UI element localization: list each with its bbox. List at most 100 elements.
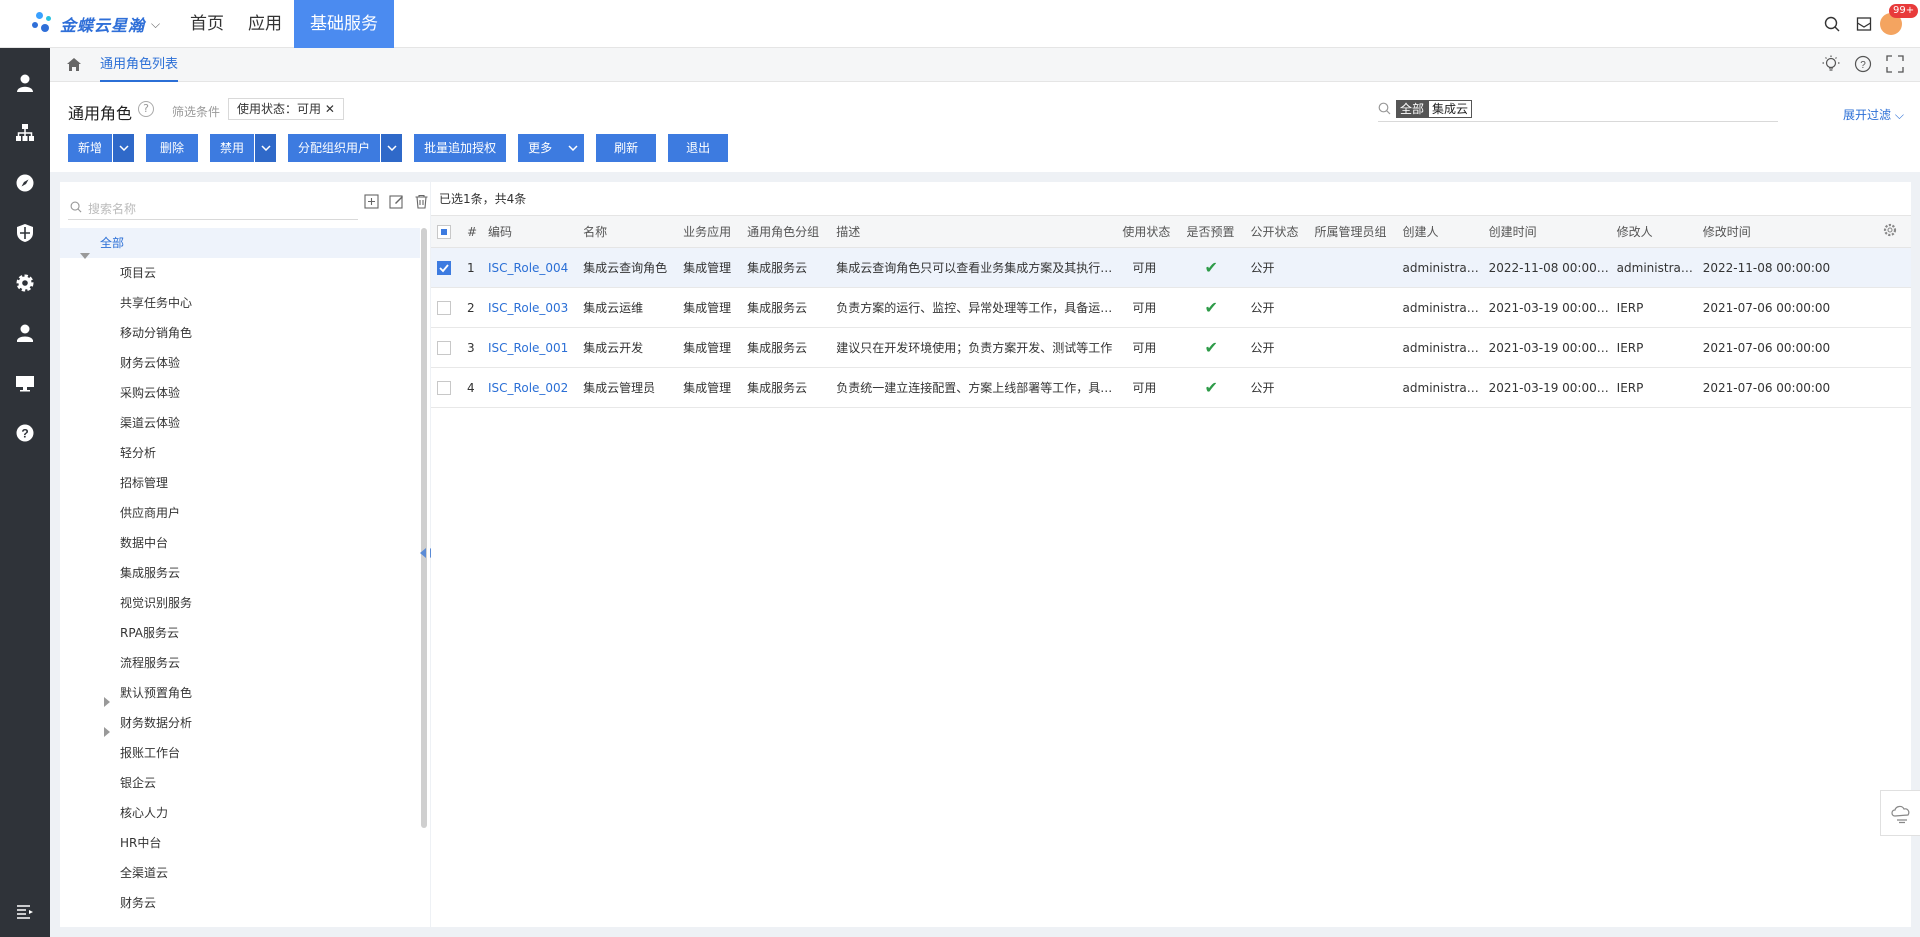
help-icon[interactable]: ? — [138, 101, 154, 117]
chevron-down-icon[interactable] — [112, 134, 135, 162]
disable-button[interactable]: 禁用 — [210, 134, 277, 162]
trash-icon[interactable] — [414, 194, 429, 212]
shield-icon[interactable] — [0, 208, 50, 258]
tree-scrollbar[interactable] — [421, 228, 427, 828]
tree-node-root[interactable]: 全部 — [60, 228, 420, 259]
column-header[interactable]: 描述 — [830, 215, 1117, 248]
cell-code[interactable]: ISC_Role_002 — [482, 367, 578, 408]
tree-node[interactable]: 项目云 — [60, 258, 420, 288]
table-row[interactable]: 3 ISC_Role_001 集成云开发 集成管理 集成服务云 建议只在开发环境使用；负责… — [431, 327, 1911, 368]
select-all-cell[interactable] — [431, 215, 462, 248]
caret-left-icon[interactable] — [420, 548, 426, 558]
avatar[interactable]: 99+ — [1880, 4, 1919, 35]
tree-node[interactable]: 银企云 — [60, 768, 420, 798]
edit-icon[interactable] — [389, 194, 404, 212]
column-header[interactable]: 编码 — [482, 215, 578, 248]
row-checkbox[interactable] — [437, 340, 451, 355]
column-header[interactable]: 创建时间 — [1482, 215, 1611, 248]
nav-home[interactable]: 首页 — [178, 0, 236, 48]
app-logo[interactable]: 金蝶云星瀚 ⌵ — [32, 10, 160, 38]
search-icon[interactable] — [1816, 0, 1848, 48]
nav-basic-services[interactable]: 基础服务 — [294, 0, 394, 48]
tree-node[interactable]: 供应商用户 — [60, 498, 420, 528]
column-header[interactable]: 名称 — [577, 215, 678, 248]
table-row[interactable]: 1 ISC_Role_004 集成云查询角色 集成管理 集成服务云 集成云查询角色只可以查… — [431, 247, 1911, 288]
close-icon[interactable]: ✕ — [325, 102, 335, 116]
tree-node[interactable]: 招标管理 — [60, 468, 420, 498]
row-checkbox[interactable] — [437, 380, 451, 395]
tree-node[interactable]: 全渠道云 — [60, 858, 420, 888]
column-header[interactable]: 所属管理员组 — [1308, 215, 1397, 248]
tree-search-input[interactable]: 搜索名称 — [68, 194, 358, 220]
tree-node[interactable]: 轻分析 — [60, 438, 420, 468]
row-select-cell[interactable] — [431, 327, 462, 368]
nav-apps[interactable]: 应用 — [236, 0, 294, 48]
user-icon[interactable] — [0, 58, 50, 108]
tree-node[interactable]: 移动分销角色 — [60, 318, 420, 348]
tree-node[interactable]: 财务云 — [60, 888, 420, 918]
select-all-checkbox[interactable] — [437, 224, 451, 239]
row-checkbox[interactable] — [437, 260, 451, 275]
org-structure-icon[interactable] — [0, 108, 50, 158]
lightbulb-icon[interactable] — [1822, 55, 1840, 76]
row-select-cell[interactable] — [431, 367, 462, 408]
compass-icon[interactable] — [0, 158, 50, 208]
home-icon[interactable] — [66, 57, 82, 75]
column-header[interactable]: 公开状态 — [1244, 215, 1309, 248]
tree-node[interactable]: 财务数据分析 — [60, 708, 420, 738]
tree-node[interactable]: 集成服务云 — [60, 558, 420, 588]
filter-chip[interactable]: 使用状态：可用 ✕ — [228, 98, 344, 120]
search-box[interactable]: 全部 集成云 — [1378, 98, 1778, 122]
tree-node[interactable]: RPA服务云 — [60, 618, 420, 648]
help-icon[interactable]: ? — [0, 408, 50, 458]
chevron-down-icon[interactable] — [380, 134, 403, 162]
exit-button[interactable]: 退出 — [668, 134, 729, 162]
tree-node[interactable]: 视觉识别服务 — [60, 588, 420, 618]
collapse-menu-icon[interactable] — [0, 897, 50, 927]
chevron-down-icon[interactable] — [254, 134, 277, 162]
expand-filter-link[interactable]: 展开过滤 ⌵ — [1843, 106, 1904, 123]
tree-node[interactable]: 共享任务中心 — [60, 288, 420, 318]
delete-button[interactable]: 删除 — [146, 134, 199, 162]
tree-node[interactable]: 流程服务云 — [60, 648, 420, 678]
tree-node[interactable]: 报账工作台 — [60, 738, 420, 768]
table-row[interactable]: 4 ISC_Role_002 集成云管理员 集成管理 集成服务云 负责统一建立连接配置、方… — [431, 367, 1911, 408]
batch-grant-button[interactable]: 批量追加授权 — [414, 134, 507, 162]
column-header[interactable]: 是否预置 — [1180, 215, 1245, 248]
column-header[interactable]: 使用状态 — [1116, 215, 1181, 248]
search-tag-integration[interactable]: 集成云 — [1428, 100, 1473, 118]
mail-icon[interactable] — [1848, 0, 1880, 48]
gear-icon[interactable] — [0, 258, 50, 308]
tree-node[interactable]: 渠道云体验 — [60, 408, 420, 438]
cloud-icon[interactable] — [1880, 790, 1920, 836]
cell-code[interactable]: ISC_Role_004 — [482, 247, 578, 288]
tree-node[interactable]: HR中台 — [60, 828, 420, 858]
add-button[interactable]: 新增 — [68, 134, 135, 162]
table-row[interactable]: 2 ISC_Role_003 集成云运维 集成管理 集成服务云 负责方案的运行、监控、异常… — [431, 287, 1911, 328]
row-select-cell[interactable] — [431, 287, 462, 328]
tree-node[interactable]: 核心人力 — [60, 798, 420, 828]
cell-code[interactable]: ISC_Role_003 — [482, 287, 578, 328]
fullscreen-icon[interactable] — [1886, 55, 1904, 76]
column-header[interactable]: 创建人 — [1396, 215, 1483, 248]
tree-node[interactable]: 默认预置角色 — [60, 678, 420, 708]
refresh-button[interactable]: 刷新 — [596, 134, 657, 162]
add-node-icon[interactable] — [364, 194, 379, 212]
column-header[interactable]: 修改人 — [1610, 215, 1697, 248]
tree-node[interactable]: 财务云体验 — [60, 348, 420, 378]
help-circle-icon[interactable]: ? — [1854, 55, 1872, 76]
column-settings-icon[interactable] — [1876, 215, 1911, 248]
row-checkbox[interactable] — [437, 300, 451, 315]
row-select-cell[interactable] — [431, 247, 462, 288]
assign-org-users-button[interactable]: 分配组织用户 — [288, 134, 403, 162]
tab-role-list[interactable]: 通用角色列表 — [100, 48, 179, 82]
tree-node[interactable]: 采购云体验 — [60, 378, 420, 408]
monitor-icon[interactable] — [0, 358, 50, 408]
column-header[interactable]: 修改时间 — [1696, 215, 1877, 248]
user-admin-icon[interactable] — [0, 308, 50, 358]
search-tag-all[interactable]: 全部 — [1396, 100, 1429, 118]
tree-node[interactable]: 数据中台 — [60, 528, 420, 558]
cell-code[interactable]: ISC_Role_001 — [482, 327, 578, 368]
more-button[interactable]: 更多 — [518, 134, 585, 162]
column-header[interactable]: 通用角色分组 — [741, 215, 831, 248]
